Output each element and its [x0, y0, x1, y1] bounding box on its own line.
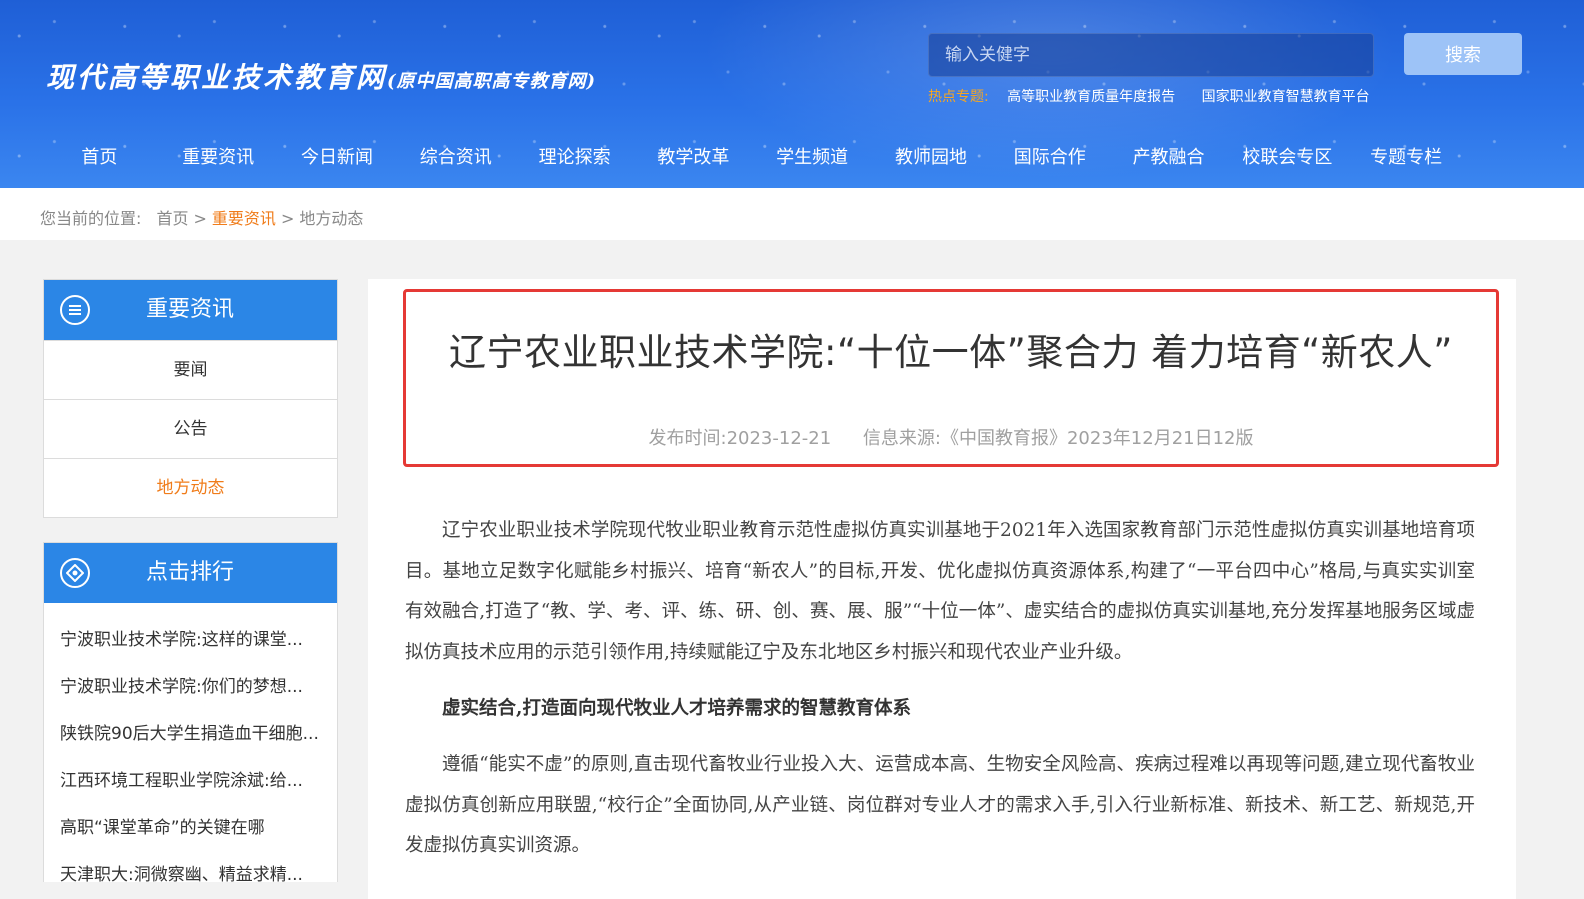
- nav-students[interactable]: 学生频道: [753, 140, 872, 180]
- rank-list: 宁波职业技术学院:这样的课堂... 宁波职业技术学院:你们的梦想... 陕铁院9…: [44, 603, 337, 899]
- sidebar-section-panel: 重要资讯 要闻 公告 地方动态: [43, 279, 338, 518]
- sidebar-rank-header: 点击排行: [44, 543, 337, 603]
- breadcrumb-bar: 您当前的位置: 首页 > 重要资讯 > 地方动态: [0, 188, 1584, 240]
- nav-teachers[interactable]: 教师园地: [872, 140, 991, 180]
- sidebar-item-headlines[interactable]: 要闻: [44, 340, 337, 399]
- hot-topics-label: 热点专题:: [928, 89, 989, 105]
- breadcrumb: 您当前的位置: 首页 > 重要资讯 > 地方动态: [40, 205, 363, 229]
- rank-item[interactable]: 宁波职业技术学院:你们的梦想...: [60, 664, 322, 711]
- logo-sub: (原中国高职高专教育网): [387, 71, 597, 92]
- list-icon: [60, 295, 90, 325]
- compass-icon: [60, 558, 90, 588]
- sidebar-rank-panel: 点击排行 宁波职业技术学院:这样的课堂... 宁波职业技术学院:你们的梦想...…: [43, 542, 338, 885]
- nav-general-news[interactable]: 综合资讯: [396, 140, 515, 180]
- breadcrumb-sep: >: [193, 209, 207, 228]
- hot-topics: 热点专题: 高等职业教育质量年度报告 国家职业教育智慧教育平台: [928, 86, 1370, 106]
- headline-highlight-box: 辽宁农业职业技术学院:“十位一体”聚合力 着力培育“新农人” 发布时间:2023…: [403, 289, 1499, 467]
- hot-link-smart-education[interactable]: 国家职业教育智慧教育平台: [1202, 89, 1370, 105]
- nav-theory[interactable]: 理论探索: [515, 140, 634, 180]
- hot-link-quality-report[interactable]: 高等职业教育质量年度报告: [1007, 89, 1175, 105]
- rank-item[interactable]: 宁波职业技术学院:这样的课堂...: [60, 617, 322, 664]
- rank-item[interactable]: 江西环境工程职业学院涂斌:给...: [60, 758, 322, 805]
- nav-home[interactable]: 首页: [40, 140, 159, 180]
- site-logo[interactable]: 现代高等职业技术教育网(原中国高职高专教育网): [46, 56, 596, 96]
- breadcrumb-home[interactable]: 首页: [157, 209, 189, 228]
- main-nav: 首页 重要资讯 今日新闻 综合资讯 理论探索 教学改革 学生频道 教师园地 国际…: [40, 140, 1466, 180]
- article-title: 辽宁农业职业技术学院:“十位一体”聚合力 着力培育“新农人”: [449, 331, 1453, 374]
- site-header: 现代高等职业技术教育网(原中国高职高专教育网) 搜索 热点专题: 高等职业教育质…: [0, 0, 1584, 188]
- logo-main: 现代高等职业技术教育网: [46, 61, 388, 94]
- nav-industry[interactable]: 产教融合: [1109, 140, 1228, 180]
- nav-alliance[interactable]: 校联会专区: [1228, 140, 1347, 180]
- article-meta: 发布时间:2023-12-21 信息来源:《中国教育报》2023年12月21日1…: [406, 424, 1496, 450]
- rank-item[interactable]: 高职“课堂革命”的关键在哪: [60, 805, 322, 852]
- sidebar-rank-title: 点击排行: [146, 560, 235, 585]
- nav-today-news[interactable]: 今日新闻: [278, 140, 397, 180]
- article-paragraph: 遵循“能实不虚”的原则,直击现代畜牧业行业投入大、运营成本高、生物安全风险高、疾…: [405, 754, 1475, 856]
- nav-international[interactable]: 国际合作: [990, 140, 1109, 180]
- article-panel: 辽宁农业职业技术学院:“十位一体”聚合力 着力培育“新农人” 发布时间:2023…: [368, 279, 1516, 899]
- sidebar-section-header: 重要资讯: [44, 280, 337, 340]
- breadcrumb-prefix: 您当前的位置:: [40, 209, 142, 228]
- article-body: 辽宁农业职业技术学院现代牧业职业教育示范性虚拟仿真实训基地于2021年入选国家教…: [405, 511, 1475, 867]
- publish-date: 2023-12-21: [726, 428, 832, 449]
- nav-topics[interactable]: 专题专栏: [1347, 140, 1466, 180]
- rank-item[interactable]: 天津职大:洞微察幽、精益求精...: [60, 852, 322, 899]
- sidebar-section-title: 重要资讯: [146, 297, 235, 322]
- search-input[interactable]: [928, 33, 1374, 77]
- breadcrumb-sep: >: [280, 209, 295, 228]
- nav-teaching-reform[interactable]: 教学改革: [634, 140, 753, 180]
- source-value: 《中国教育报》2023年12月21日12版: [940, 428, 1254, 449]
- breadcrumb-local-news[interactable]: 地方动态: [299, 209, 363, 228]
- breadcrumb-important-news[interactable]: 重要资讯: [212, 209, 276, 228]
- source-label: 信息来源:: [862, 428, 941, 449]
- article-paragraph: 辽宁农业职业技术学院现代牧业职业教育示范性虚拟仿真实训基地于2021年入选国家教…: [405, 520, 1475, 663]
- rank-item[interactable]: 陕铁院90后大学生捐造血干细胞...: [60, 711, 322, 758]
- sidebar-item-announcements[interactable]: 公告: [44, 399, 337, 458]
- publish-label: 发布时间:: [648, 428, 727, 449]
- search-button[interactable]: 搜索: [1404, 33, 1522, 75]
- article-subheading: 虚实结合,打造面向现代牧业人才培养需求的智慧教育体系: [442, 698, 911, 719]
- nav-important-news[interactable]: 重要资讯: [159, 140, 278, 180]
- sidebar-item-local-news[interactable]: 地方动态: [44, 458, 337, 517]
